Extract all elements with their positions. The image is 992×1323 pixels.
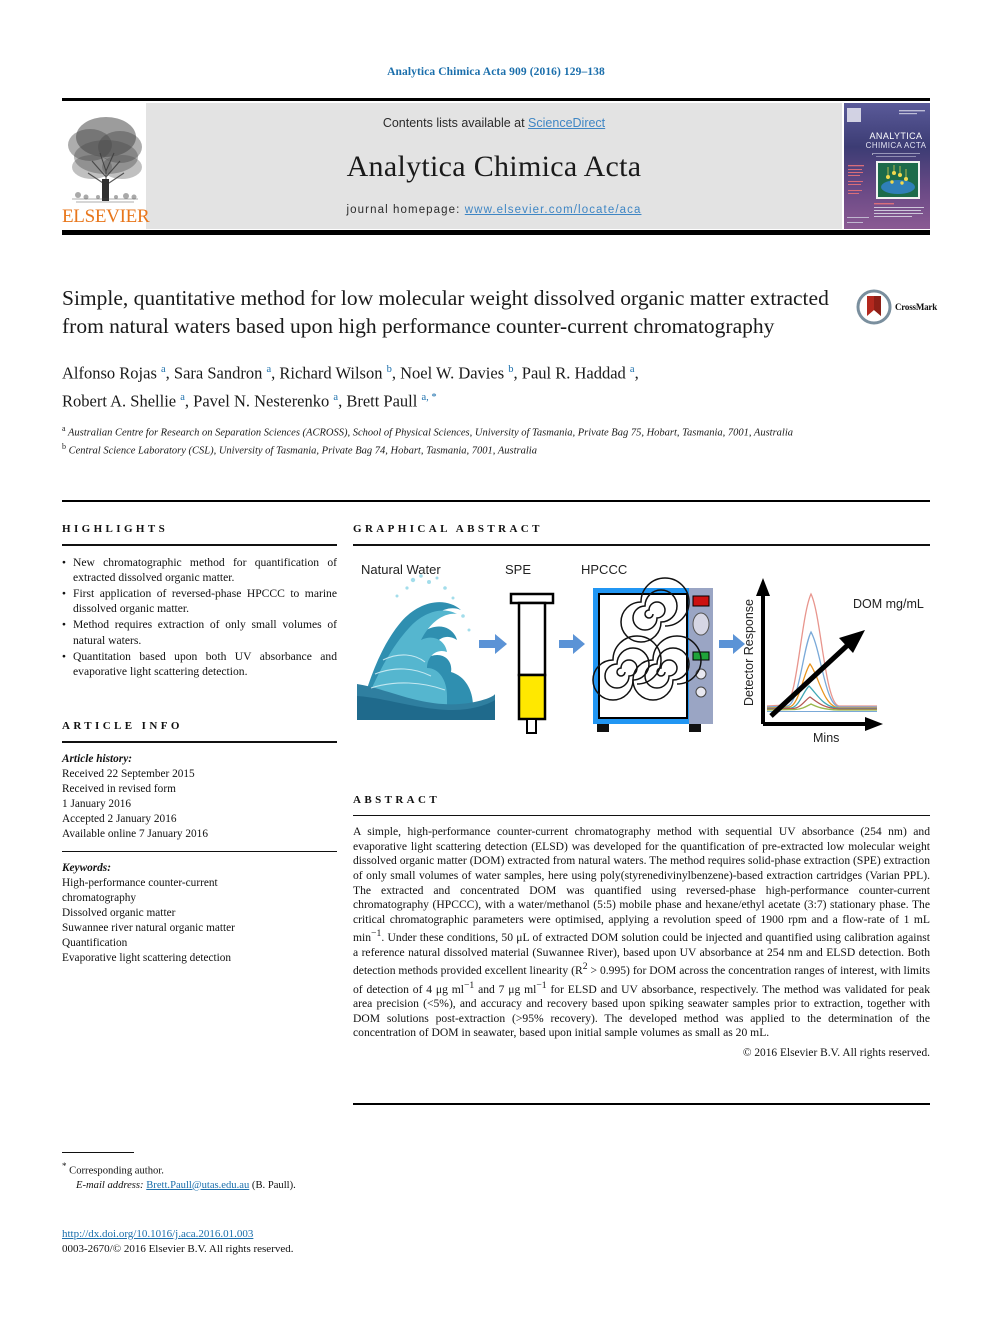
highlights-heading: HIGHLIGHTS xyxy=(62,523,169,535)
paper-page: Analytica Chimica Acta 909 (2016) 129–13… xyxy=(0,0,992,1323)
list-item: New chromatographic method for quantific… xyxy=(62,555,337,585)
affiliations: a Australian Centre for Research on Sepa… xyxy=(62,422,852,458)
highlights-rule xyxy=(62,544,337,546)
ga-label-spe: SPE xyxy=(505,562,531,577)
columns-top-rule xyxy=(62,500,930,502)
graphical-abstract-svg: Natural Water SPE HPCCC Detector Respons… xyxy=(357,562,924,745)
keyword-line: High-performance counter-current xyxy=(62,877,218,890)
history-line: Accepted 2 January 2016 xyxy=(62,812,177,825)
abstract-body: A simple, high-performance counter-curre… xyxy=(353,825,930,1040)
elsevier-tree-icon xyxy=(68,117,142,203)
graphical-abstract-section: GRAPHICAL ABSTRACT Natural Water SPE HPC… xyxy=(353,523,930,748)
list-item: Method requires extraction of only small… xyxy=(62,617,337,647)
crossmark-badge[interactable]: CrossMark xyxy=(856,286,940,328)
affiliation-a: a Australian Centre for Research on Sepa… xyxy=(62,424,794,439)
crossmark-label: CrossMark xyxy=(895,302,938,312)
graphical-abstract-rule xyxy=(353,544,930,546)
author-list: Alfonso Rojas a, Sara Sandron a, Richard… xyxy=(62,358,852,413)
history-line: 1 January 2016 xyxy=(62,797,132,810)
journal-homepage-line: journal homepage: www.elsevier.com/locat… xyxy=(347,204,642,216)
article-info-rule xyxy=(62,741,337,743)
right-column: GRAPHICAL ABSTRACT Natural Water SPE HPC… xyxy=(353,523,930,1059)
ga-arrow-1 xyxy=(479,633,507,654)
ga-chromatogram: Detector Response Mins DOM mg/mL xyxy=(742,577,924,745)
corresponding-author-line: * Corresponding author. xyxy=(62,1159,482,1179)
graphical-abstract-figure: Natural Water SPE HPCCC Detector Respons… xyxy=(353,555,930,748)
title-block: Simple, quantitative method for low mole… xyxy=(62,284,852,458)
article-history-label: Article history: xyxy=(62,752,132,765)
keywords-label: Keywords: xyxy=(62,862,111,875)
author-line-2: Robert A. Shellie a, Pavel N. Nesterenko… xyxy=(62,391,437,410)
author-line-1: Alfonso Rojas a, Sara Sandron a, Richard… xyxy=(62,363,639,383)
sciencedirect-link[interactable]: ScienceDirect xyxy=(528,116,605,130)
graphical-abstract-heading: GRAPHICAL ABSTRACT xyxy=(353,523,543,535)
journal-cover-art: ANALYTICA CHIMICA ACTA xyxy=(844,103,930,229)
issn-copyright-line: 0003-2670/© 2016 Elsevier B.V. All right… xyxy=(62,1243,294,1255)
abstract-copyright: © 2016 Elsevier B.V. All rights reserved… xyxy=(742,1047,930,1060)
ga-arrow-2 xyxy=(559,633,585,654)
abstract-heading: ABSTRACT xyxy=(353,793,441,806)
ga-axis-x-label: Mins xyxy=(813,731,839,745)
ga-wave-illustration xyxy=(357,573,495,720)
article-info-heading: ARTICLE INFO xyxy=(62,720,183,733)
ga-label-hpccc: HPCCC xyxy=(581,562,627,577)
abstract-section: ABSTRACT A simple, high-performance coun… xyxy=(353,794,930,1059)
highlights-section: HIGHLIGHTS New chromatographic method fo… xyxy=(62,523,337,679)
paper-title: Simple, quantitative method for low mole… xyxy=(62,286,829,338)
ga-axis-y-label: Detector Response xyxy=(742,599,756,706)
list-item: Quantitation based upon both UV absorban… xyxy=(62,649,337,679)
keyword-line: Quantification xyxy=(62,937,128,950)
list-item: First application of reversed-phase HPCC… xyxy=(62,586,337,616)
ga-hpccc-instrument xyxy=(592,576,713,732)
abstract-rule xyxy=(353,814,930,817)
email-line: E-mail address: Brett.Paull@utas.edu.au … xyxy=(62,1179,482,1193)
contents-prefix: Contents lists available at xyxy=(382,116,529,130)
crossmark-icon xyxy=(856,289,892,325)
elsevier-wordmark: ELSEVIER xyxy=(62,206,150,227)
keyword-line: Suwannee river natural organic matter xyxy=(62,922,235,935)
contents-available-line: Contents lists available at ScienceDirec… xyxy=(383,116,605,130)
email-suffix: (B. Paull). xyxy=(251,1179,296,1191)
elsevier-logo: ELSEVIER xyxy=(62,103,150,229)
journal-cover-thumbnail: ANALYTICA CHIMICA ACTA xyxy=(842,103,930,229)
ga-label-natural-water: Natural Water xyxy=(361,562,441,577)
masthead-top-rule xyxy=(62,98,930,101)
corresponding-author-footnote: * Corresponding author. E-mail address: … xyxy=(62,1152,482,1193)
article-info-section: ARTICLE INFO Article history: Received 2… xyxy=(62,720,337,966)
email-label: E-mail address: xyxy=(76,1179,144,1191)
doi-block: http://dx.doi.org/10.1016/j.aca.2016.01.… xyxy=(62,1224,562,1257)
keywords-rule xyxy=(62,850,337,853)
masthead-bottom-rule xyxy=(62,230,930,235)
highlights-list: New chromatographic method for quantific… xyxy=(62,555,337,680)
svg-text:ANALYTICA: ANALYTICA xyxy=(870,131,923,141)
homepage-prefix: journal homepage: xyxy=(346,204,465,216)
corresponding-author-text: Corresponding author. xyxy=(69,1165,164,1177)
ga-annotation: DOM mg/mL xyxy=(853,597,924,611)
affiliation-b: b Central Science Laboratory (CSL), Univ… xyxy=(62,442,537,457)
footnote-star-icon: * xyxy=(62,1161,67,1171)
running-head: Analytica Chimica Acta 909 (2016) 129–13… xyxy=(387,66,605,78)
keyword-line: Evaporative light scattering detection xyxy=(62,952,232,965)
abstract-bottom-rule xyxy=(353,1103,930,1105)
journal-title: Analytica Chimica Acta xyxy=(346,150,642,183)
keyword-line: chromatography xyxy=(62,892,137,905)
history-line: Received in revised form xyxy=(62,782,176,795)
left-column: HIGHLIGHTS New chromatographic method fo… xyxy=(62,523,337,966)
svg-text:CHIMICA ACTA: CHIMICA ACTA xyxy=(866,141,927,150)
history-line: Received 22 September 2015 xyxy=(62,767,195,780)
journal-homepage-link[interactable]: www.elsevier.com/locate/aca xyxy=(465,204,642,216)
masthead-center: Contents lists available at ScienceDirec… xyxy=(146,103,842,229)
ga-spe-cartridge xyxy=(509,592,555,734)
keyword-line: Dissolved organic matter xyxy=(62,907,176,920)
history-line: Available online 7 January 2016 xyxy=(62,827,208,840)
journal-masthead: ELSEVIER Contents lists available at Sci… xyxy=(62,98,930,235)
doi-link[interactable]: http://dx.doi.org/10.1016/j.aca.2016.01.… xyxy=(62,1228,253,1240)
footnote-divider xyxy=(62,1152,134,1153)
email-link[interactable]: Brett.Paull@utas.edu.au xyxy=(146,1180,249,1191)
